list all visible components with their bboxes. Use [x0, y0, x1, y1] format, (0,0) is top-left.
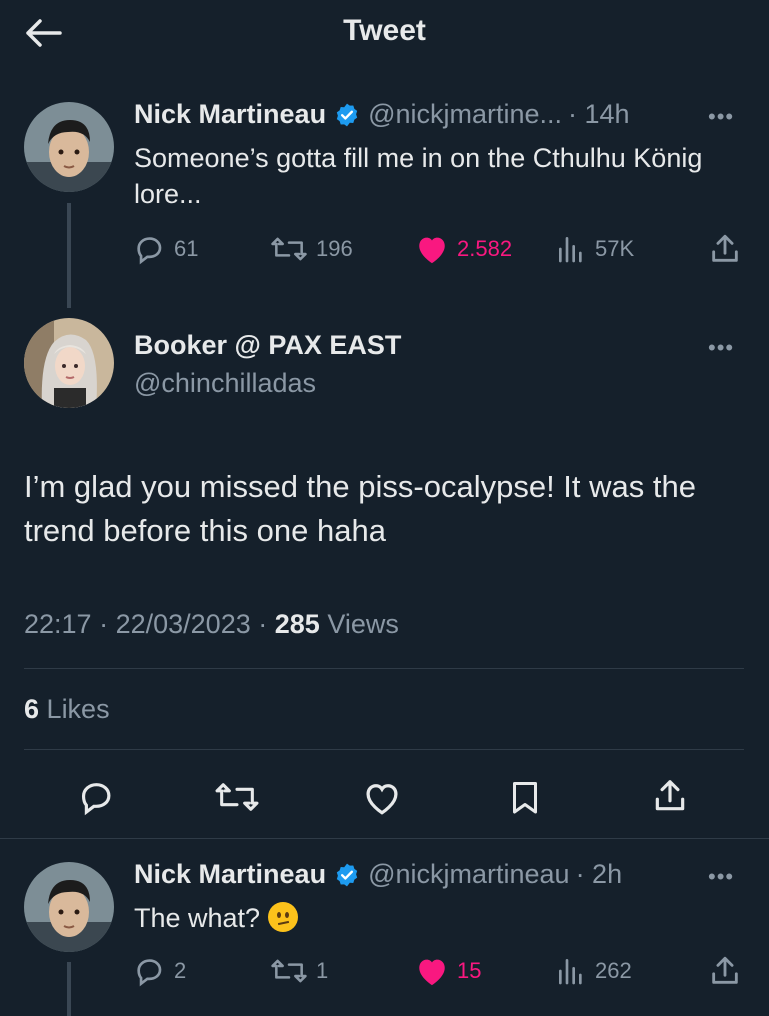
more-options-button[interactable]: ••• — [708, 335, 734, 361]
more-options-button[interactable]: ••• — [708, 104, 734, 130]
thread-line — [67, 962, 71, 1016]
share-icon — [655, 780, 685, 811]
tweet-text: Someone’s gotta fill me in on the Cthulh… — [134, 143, 703, 209]
share-button[interactable] — [708, 232, 742, 271]
heart-filled-icon — [419, 237, 445, 264]
likes-label: Likes — [46, 694, 110, 724]
author-name[interactable]: Booker @ PAX EAST — [134, 330, 401, 361]
like-count: 15 — [457, 958, 482, 983]
retweet-button[interactable] — [214, 778, 260, 821]
bookmark-button[interactable] — [507, 778, 543, 821]
author-name[interactable]: Nick Martineau — [134, 859, 326, 890]
divider — [24, 749, 744, 750]
bookmark-icon — [513, 782, 537, 814]
retweet-icon — [215, 783, 259, 811]
tweet-header: Nick Martineau @nickjmartine... · 14h — [134, 99, 630, 130]
reply-count: 2 — [174, 958, 187, 983]
views-label: Views — [327, 609, 399, 639]
reply-icon — [81, 783, 111, 816]
views-count: 57K — [595, 236, 635, 261]
avatar-nick[interactable] — [24, 102, 114, 192]
like-button[interactable]: 15 — [415, 955, 481, 987]
reply-button[interactable] — [78, 778, 116, 821]
reply-icon — [137, 237, 162, 265]
likes-link[interactable]: 6 Likes — [24, 694, 110, 725]
reply-icon — [137, 959, 162, 987]
thread-line — [67, 203, 71, 308]
reply-count: 61 — [174, 236, 199, 261]
like-button[interactable]: 2.582 — [415, 233, 512, 265]
retweet-icon — [271, 959, 307, 983]
divider — [0, 838, 769, 839]
author-handle[interactable]: @nickjmartineau — [368, 859, 570, 890]
tweet-header: Nick Martineau @nickjmartineau · 2h — [134, 859, 622, 890]
heart-filled-icon — [419, 959, 445, 986]
tweet-text: The what? — [134, 903, 261, 933]
verified-badge-icon — [336, 103, 358, 126]
heart-outline-icon — [366, 784, 398, 815]
views-chart-icon — [559, 237, 582, 263]
reply-button[interactable]: 2 — [134, 955, 186, 987]
more-options-button[interactable]: ••• — [708, 864, 734, 890]
author-handle[interactable]: @chinchilladas — [134, 368, 316, 399]
page-title: Tweet — [343, 14, 426, 47]
avatar-booker[interactable] — [24, 318, 114, 408]
tweet-time[interactable]: · 14h — [568, 99, 630, 130]
retweet-count: 196 — [316, 236, 353, 261]
like-button[interactable] — [362, 780, 402, 821]
divider — [24, 668, 744, 669]
retweet-button[interactable]: 1 — [270, 955, 328, 987]
retweet-count: 1 — [316, 958, 329, 983]
reply-button[interactable]: 61 — [134, 233, 198, 265]
avatar-nick[interactable] — [24, 862, 114, 952]
verified-badge-icon — [336, 863, 358, 886]
views-chart-icon — [559, 959, 582, 985]
tweet-time[interactable]: 22:17 — [24, 609, 92, 639]
share-button[interactable] — [708, 954, 742, 993]
views-count: 262 — [595, 958, 632, 983]
like-count: 2.582 — [457, 236, 513, 261]
tweet-text-row: The what? — [134, 900, 299, 936]
share-icon — [712, 234, 738, 262]
views-button[interactable]: 262 — [555, 955, 632, 987]
author-name[interactable]: Nick Martineau — [134, 99, 326, 130]
retweet-icon — [271, 237, 307, 261]
tweet-text: I’m glad you missed the piss-ocalypse! I… — [24, 469, 696, 548]
share-icon — [712, 956, 738, 984]
confused-face-emoji-icon — [268, 902, 299, 932]
retweet-button[interactable]: 196 — [270, 233, 353, 265]
tweet-metadata: 22:17 · 22/03/2023 · 285 Views — [24, 609, 399, 639]
tweet-time[interactable]: · 2h — [576, 859, 623, 890]
likes-count: 6 — [24, 694, 40, 724]
views-count: 285 — [274, 609, 320, 639]
views-button[interactable]: 57K — [555, 233, 634, 265]
share-button[interactable] — [651, 776, 689, 821]
tweet-date[interactable]: 22/03/2023 — [116, 609, 251, 639]
author-handle[interactable]: @nickjmartine... — [368, 99, 562, 130]
